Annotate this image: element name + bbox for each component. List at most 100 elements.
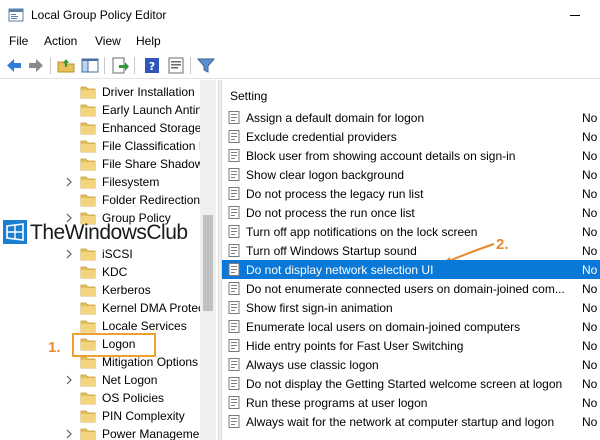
tree-item-label: OS Policies [102,391,165,405]
setting-row[interactable]: Do not display the Getting Started welco… [222,374,600,393]
tree-item-label: File Classification I [102,139,203,153]
setting-name: Enumerate local users on domain-joined c… [246,320,521,334]
policy-setting-icon [228,244,240,257]
setting-row[interactable]: Do not display network selection UI No [222,260,600,279]
policy-setting-icon [228,320,240,333]
tree-item-label: PIN Complexity [102,409,185,423]
tree-item-label: KDC [102,265,128,279]
setting-name: Always use classic logon [246,358,379,372]
setting-state: No [582,130,598,144]
tree-item[interactable]: Kernel DMA Protec [0,299,204,317]
setting-row[interactable]: Turn off app notifications on the lock s… [222,222,600,241]
window-title: Local Group Policy Editor [31,8,167,22]
tree-pane: Driver Installation Early Launch Antin Enh… [0,80,218,440]
setting-state: No [582,320,598,334]
tree-item[interactable]: Folder Redirection [0,191,200,209]
folder-icon [80,86,96,99]
tree-item[interactable]: Enhanced Storage [0,119,201,137]
tree-item-label: Filesystem [102,175,160,189]
menu-view[interactable]: View [95,34,121,48]
logon-highlight-box [72,333,156,357]
tree-item[interactable]: Filesystem [0,173,200,191]
chevron-right-icon[interactable] [64,375,74,385]
setting-row[interactable]: Do not enumerate connected users on doma… [222,279,600,298]
folder-icon [80,140,96,153]
show-hide-tree-icon[interactable] [80,56,100,75]
policy-setting-icon [228,130,240,143]
tree-item[interactable]: Power Manageme [0,425,200,440]
chevron-right-icon[interactable] [64,177,74,187]
policy-setting-icon [228,187,240,200]
menu-bar: File Action View Help [0,30,600,52]
setting-state: No [582,111,598,125]
tree-item-label: Net Logon [102,373,158,387]
tree-item[interactable]: KDC [0,263,200,281]
setting-state: No [582,225,598,239]
svg-text:?: ? [149,60,155,73]
policy-setting-icon [228,225,240,238]
folder-icon [80,320,96,333]
tree-item-label: File Share Shadow [102,157,204,171]
tree-item[interactable]: Net Logon [0,371,200,389]
setting-row[interactable]: Enumerate local users on domain-joined c… [222,317,600,336]
help-icon[interactable]: ? [142,56,162,75]
menu-file[interactable]: File [9,34,28,48]
back-arrow-icon[interactable] [4,56,24,75]
setting-row[interactable]: Show clear logon background No [222,165,600,184]
tree-item-label: Driver Installation [102,85,195,99]
setting-row[interactable]: Run these programs at user logon No [222,393,600,412]
setting-state: No [582,206,598,220]
tree-item[interactable]: File Classification I [0,137,203,155]
folder-icon [80,266,96,279]
policy-setting-icon [228,168,240,181]
setting-name: Show clear logon background [246,168,405,182]
tree-item[interactable]: OS Policies [0,389,200,407]
menu-help[interactable]: Help [136,34,161,48]
setting-state: No [582,282,598,296]
tree-item[interactable]: Driver Installation [0,83,200,101]
settings-column-header[interactable]: Setting [222,85,600,107]
setting-row[interactable]: Exclude credential providers No [222,127,600,146]
policy-setting-icon [228,377,240,390]
setting-row[interactable]: Block user from showing account details … [222,146,600,165]
tree-item[interactable]: Kerberos [0,281,200,299]
policy-setting-icon [228,415,240,428]
setting-state: No [582,263,598,277]
watermark: TheWindowsClub [0,216,210,250]
setting-state: No [582,396,598,410]
setting-name: Block user from showing account details … [246,149,516,163]
folder-icon [80,284,96,297]
policy-setting-icon [228,149,240,162]
folder-icon [80,374,96,387]
setting-row[interactable]: Always use classic logon No [222,355,600,374]
up-folder-icon[interactable] [56,56,76,75]
export-list-icon[interactable] [110,56,130,75]
setting-column-label: Setting [230,89,268,103]
tree-item[interactable]: Early Launch Antin [0,101,202,119]
tree-item-label: Locale Services [102,319,187,333]
folder-icon [80,104,96,117]
setting-state: No [582,244,598,258]
tree-item[interactable]: File Share Shadow [0,155,204,173]
setting-row[interactable]: Hide entry points for Fast User Switchin… [222,336,600,355]
setting-name: Do not enumerate connected users on doma… [246,282,565,296]
forward-arrow-icon[interactable] [26,56,46,75]
setting-state: No [582,168,598,182]
setting-row[interactable]: Always wait for the network at computer … [222,412,600,431]
setting-name: Assign a default domain for logon [246,111,425,125]
setting-row[interactable]: Turn off Windows Startup sound No [222,241,600,260]
menu-action[interactable]: Action [44,34,77,48]
setting-state: No [582,187,598,201]
minimize-button[interactable] [560,4,590,26]
tree-item-label: Kerberos [102,283,151,297]
filter-icon[interactable] [196,56,216,75]
properties-icon[interactable] [166,56,186,75]
setting-row[interactable]: Do not process the legacy run list No [222,184,600,203]
setting-row[interactable]: Assign a default domain for logon No [222,108,600,127]
setting-row[interactable]: Show first sign-in animation No [222,298,600,317]
chevron-right-icon[interactable] [64,249,74,259]
tree-item[interactable]: PIN Complexity [0,407,200,425]
policy-setting-icon [228,206,240,219]
setting-row[interactable]: Do not process the run once list No [222,203,600,222]
chevron-right-icon[interactable] [64,429,74,439]
